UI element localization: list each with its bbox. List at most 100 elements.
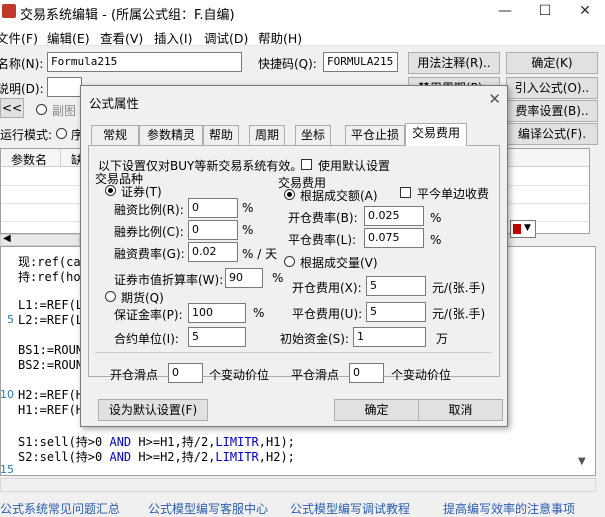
short-ratio-unit: % bbox=[242, 223, 254, 237]
dialog-title: 公式属性 bbox=[89, 96, 140, 111]
menu-help[interactable]: 帮助(H) bbox=[258, 28, 302, 47]
shortcut-input[interactable]: FORMULA215 bbox=[323, 52, 398, 72]
use-default-checkbox[interactable] bbox=[301, 159, 312, 170]
short-ratio-label: 融券比例(C): bbox=[114, 225, 184, 239]
name-input[interactable]: Formula215 bbox=[47, 52, 242, 72]
financing-rate-input[interactable]: 0.02 bbox=[188, 242, 238, 262]
run-mode-label: 运行模式: bbox=[0, 128, 53, 142]
contract-unit-label: 合约单位(I): bbox=[114, 332, 179, 346]
compile-formula-button[interactable]: 编译公式(F). bbox=[506, 123, 598, 145]
tab-stop-loss[interactable]: 平仓止损 bbox=[345, 125, 405, 145]
close-window-button[interactable]: ✕ bbox=[565, 0, 605, 24]
code-line: H2:=REF(H bbox=[18, 388, 84, 402]
tab-trading-fees[interactable]: 交易费用 bbox=[405, 123, 467, 146]
futures-label: 期货(Q) bbox=[121, 291, 164, 305]
margin-buy-ratio-input[interactable]: 0 bbox=[188, 198, 238, 218]
tab-period[interactable]: 周期 bbox=[249, 125, 285, 145]
securities-radio[interactable] bbox=[105, 185, 116, 196]
code-line: L2:=REF(L bbox=[18, 313, 84, 327]
footer-link-service[interactable]: 公式模型编写客服中心 bbox=[148, 500, 268, 517]
open-slip-label: 开仓滑点 bbox=[110, 368, 159, 382]
menu-file[interactable]: 文件(F) bbox=[0, 28, 38, 47]
margin-buy-ratio-unit: % bbox=[242, 201, 254, 215]
line-number-5: 5 bbox=[7, 313, 14, 326]
line-number-15: 15 bbox=[0, 463, 14, 476]
dialog-close-icon[interactable]: ✕ bbox=[488, 90, 501, 108]
initial-capital-input[interactable]: 1 bbox=[353, 327, 426, 347]
description-label: 说明(D): bbox=[0, 82, 44, 96]
open-fee-label: 开仓费用(X): bbox=[292, 281, 362, 295]
margin-rate-label: 保证金率(P): bbox=[114, 308, 183, 322]
close-fee-input[interactable]: 5 bbox=[366, 302, 426, 322]
minimize-button[interactable]: — bbox=[485, 0, 525, 24]
code-line: L1:=REF(L bbox=[18, 298, 84, 312]
divider bbox=[95, 352, 491, 353]
use-default-label: 使用默认设置 bbox=[318, 159, 391, 173]
close-one-side-checkbox[interactable] bbox=[400, 187, 411, 198]
open-fee-input[interactable]: 5 bbox=[366, 276, 426, 296]
tab-help[interactable]: 帮助 bbox=[203, 125, 239, 145]
margin-rate-input[interactable]: 100 bbox=[188, 303, 246, 323]
title-bar: 交易系统编辑 - (所属公式组：F.自编) — ☐ ✕ bbox=[0, 0, 605, 24]
collapse-button[interactable]: << bbox=[0, 98, 24, 118]
menu-insert[interactable]: 插入(I) bbox=[154, 28, 192, 47]
subchart-radio[interactable] bbox=[36, 104, 47, 115]
color-swatch bbox=[513, 224, 521, 234]
contract-unit-input[interactable]: 5 bbox=[188, 327, 246, 347]
description-input[interactable] bbox=[47, 77, 82, 97]
scroll-left-icon[interactable]: ◀ bbox=[3, 233, 11, 244]
by-volume-radio[interactable] bbox=[284, 256, 295, 267]
open-slip-input[interactable]: 0 bbox=[168, 363, 203, 383]
editor-horizontal-scrollbar[interactable] bbox=[0, 478, 596, 492]
initial-capital-label: 初始资金(S): bbox=[280, 332, 350, 346]
market-discount-input[interactable]: 90 bbox=[225, 268, 263, 288]
menu-bar: 文件(F) 编辑(E) 查看(V) 插入(I) 调试(D) 帮助(H) bbox=[0, 24, 605, 46]
open-rate-input[interactable]: 0.025 bbox=[364, 206, 424, 226]
close-rate-label: 平仓费率(L): bbox=[288, 233, 357, 247]
menu-view[interactable]: 查看(V) bbox=[100, 28, 143, 47]
shortcut-label: 快捷码(Q): bbox=[258, 57, 317, 71]
dialog-cancel-button[interactable]: 取消 bbox=[418, 399, 503, 421]
set-default-button[interactable]: 设为默认设置(F) bbox=[98, 399, 208, 421]
name-label: 名称(N): bbox=[0, 57, 44, 71]
financing-rate-unit: % / 天 bbox=[242, 247, 278, 261]
subchart-radio-label: 副图 bbox=[52, 104, 77, 118]
by-amount-label: 根据成交额(A) bbox=[300, 189, 378, 203]
app-icon bbox=[2, 4, 16, 18]
code-line: S2:sell(持>0 AND H>=H2,持/2,LIMITR,H2); bbox=[18, 450, 295, 464]
table-scrollbar[interactable]: ◀ bbox=[0, 233, 80, 246]
by-volume-label: 根据成交量(V) bbox=[300, 256, 378, 270]
dialog-ok-button[interactable]: 确定 bbox=[334, 399, 419, 421]
menu-debug[interactable]: 调试(D) bbox=[204, 28, 248, 47]
color-dropdown[interactable]: ▼ bbox=[510, 220, 536, 238]
footer-link-tips[interactable]: 提高编写效率的注意事项 bbox=[443, 500, 575, 517]
securities-label: 证券(T) bbox=[121, 185, 162, 199]
tab-param-wizard[interactable]: 参数精灵 bbox=[139, 125, 203, 145]
code-line: BS1:=ROUN bbox=[18, 343, 84, 357]
footer-link-tutorial[interactable]: 公式模型编写调试教程 bbox=[290, 500, 410, 517]
financing-rate-label: 融资费率(G): bbox=[114, 247, 185, 261]
code-line: BS2:=ROUN bbox=[18, 358, 84, 372]
usage-notes-button[interactable]: 用法注释(R).. bbox=[408, 52, 500, 74]
import-formula-button[interactable]: 引入公式(O).. bbox=[506, 77, 598, 99]
footer-link-faq[interactable]: 公式系统常见问题汇总 bbox=[0, 500, 120, 517]
ok-main-button[interactable]: 确定(K) bbox=[506, 52, 598, 74]
close-slip-input[interactable]: 0 bbox=[349, 363, 384, 383]
close-rate-input[interactable]: 0.075 bbox=[364, 228, 424, 248]
market-discount-unit: % bbox=[272, 271, 284, 285]
chevron-down-icon: ▼ bbox=[524, 223, 531, 233]
scroll-down-icon[interactable]: ▼ bbox=[578, 456, 586, 467]
maximize-button[interactable]: ☐ bbox=[525, 0, 565, 24]
tab-general[interactable]: 常规 bbox=[91, 125, 139, 145]
tab-coordinates[interactable]: 坐标 bbox=[295, 125, 331, 145]
futures-radio[interactable] bbox=[105, 291, 116, 302]
open-slip-unit: 个变动价位 bbox=[209, 368, 270, 382]
short-ratio-input[interactable]: 0 bbox=[188, 220, 238, 240]
close-fee-unit: 元/(张.手) bbox=[432, 307, 486, 321]
code-line: 持:ref(ho bbox=[18, 270, 81, 284]
by-amount-radio[interactable] bbox=[284, 189, 295, 200]
window-title: 交易系统编辑 - (所属公式组：F.自编) bbox=[20, 8, 235, 23]
run-mode-radio[interactable] bbox=[56, 128, 67, 139]
menu-edit[interactable]: 编辑(E) bbox=[47, 28, 90, 47]
fee-settings-button[interactable]: 费率设置(B).. bbox=[506, 100, 598, 122]
